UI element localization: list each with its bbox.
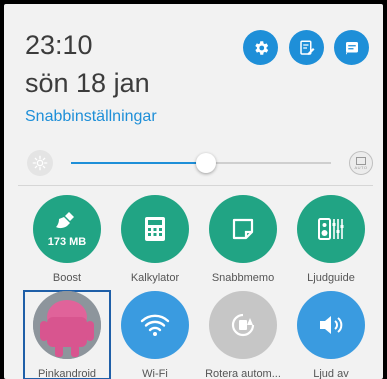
audio-wizard-button[interactable] [297,195,365,263]
brightness-slider[interactable] [71,153,331,173]
clock-date: sön 18 jan [25,68,150,98]
tile-wifi[interactable]: Wi-Fi [112,291,198,379]
settings-gear-icon [254,40,268,55]
edit-button[interactable] [289,30,324,65]
tile-label: Ljudguide [307,272,355,284]
calculator-button[interactable] [121,195,189,263]
auto-brightness-button[interactable]: AUTO [349,151,373,175]
tile-label: Ljud av [313,368,349,379]
auto-rotate-button[interactable] [209,291,277,359]
edit-notes-icon [299,40,314,55]
boost-button[interactable]: 173 MB [33,195,101,263]
tile-calculator[interactable]: Kalkylator [112,195,198,289]
boost-memory-badge: 173 MB [47,235,87,248]
quick-memo-button[interactable] [209,195,277,263]
brightness-low-icon [27,150,53,176]
memo-icon [232,218,254,240]
auto-brightness-icon [356,156,366,165]
quick-settings-title: Snabbinställningar [25,108,157,125]
tile-sound-off[interactable]: Ljud av [288,291,374,379]
tile-user-pinkandroid[interactable]: Pinkandroid [23,290,111,379]
quick-settings-panel: 23:10 sön 18 jan Snabbinställningar AUTO… [4,4,383,379]
brightness-row: AUTO [27,150,379,176]
broom-icon [56,211,74,228]
settings-button[interactable] [243,30,278,65]
tile-boost[interactable]: 173 MB Boost [24,195,110,289]
sound-off-button[interactable] [297,291,365,359]
tile-quick-memo[interactable]: Snabbmemo [200,195,286,289]
tile-label: Snabbmemo [211,272,275,284]
clock-time: 23:10 [25,30,93,60]
user-avatar[interactable] [33,291,101,359]
equalizer-icon [318,218,344,240]
rotate-icon [231,313,255,337]
wifi-button[interactable] [121,291,189,359]
tile-auto-rotate[interactable]: Rotera autom... [200,291,286,379]
tile-label: Kalkylator [130,272,180,284]
speaker-icon [320,316,343,334]
calculator-icon [145,217,165,241]
android-avatar-icon [33,291,101,359]
tile-label: Pinkandroid [37,368,97,379]
tile-label: Rotera autom... [205,368,281,379]
wifi-icon [140,314,170,336]
auto-brightness-label: AUTO [354,164,368,170]
tile-label: Wi-Fi [142,368,168,379]
tile-label: Boost [52,272,82,284]
notes-button[interactable] [334,30,369,65]
brightness-slider-handle[interactable] [196,153,217,173]
brightness-fill [71,162,207,164]
tile-audio-wizard[interactable]: Ljudguide [288,195,374,289]
divider [18,185,373,186]
message-notes-icon [345,41,358,55]
